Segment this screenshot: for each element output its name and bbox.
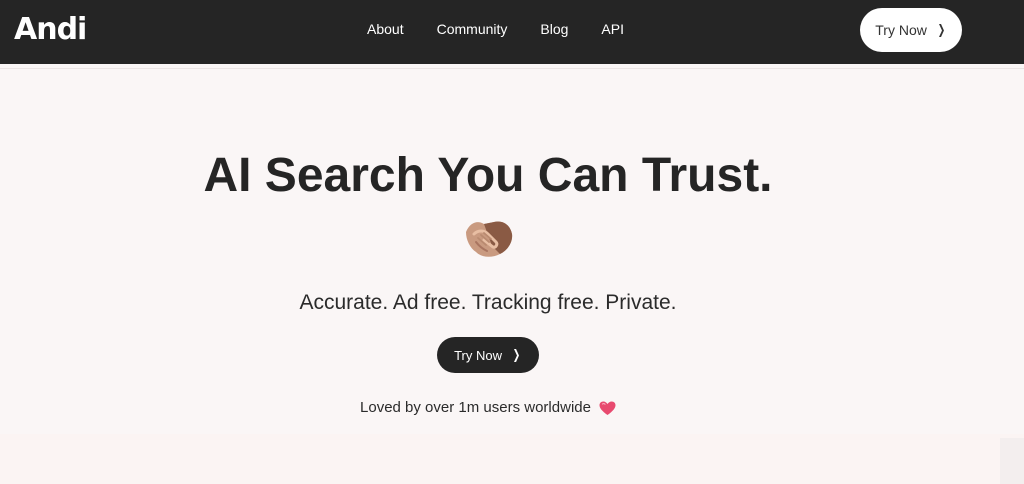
nav-link-api[interactable]: API xyxy=(601,20,624,38)
header-try-now-label: Try Now xyxy=(875,22,927,38)
heart-icon xyxy=(599,401,616,415)
hero-title: AI Search You Can Trust. xyxy=(203,149,773,202)
top-navbar: Andi About Community Blog API Try Now ❯ xyxy=(0,0,1024,64)
main-nav: About Community Blog API xyxy=(367,20,624,38)
header-divider xyxy=(0,68,1024,69)
nav-link-community[interactable]: Community xyxy=(437,20,508,38)
handshake-icon xyxy=(466,221,513,257)
hero-try-now-button[interactable]: Try Now ❯ xyxy=(437,337,539,373)
chevron-right-icon: ❯ xyxy=(512,347,521,363)
social-proof: Loved by over 1m users worldwide xyxy=(0,398,976,418)
nav-link-about[interactable]: About xyxy=(367,20,404,38)
header-try-now-button[interactable]: Try Now ❯ xyxy=(860,8,962,52)
andi-logo[interactable]: Andi xyxy=(14,12,87,48)
scrollbar-corner xyxy=(1000,438,1024,484)
chevron-right-icon: ❯ xyxy=(937,22,946,38)
hero-subtitle: Accurate. Ad free. Tracking free. Privat… xyxy=(299,291,677,314)
next-section-band xyxy=(0,434,1024,484)
nav-link-blog[interactable]: Blog xyxy=(540,20,568,38)
hero-try-now-label: Try Now xyxy=(454,347,502,363)
social-proof-text: Loved by over 1m users worldwide xyxy=(360,399,591,416)
